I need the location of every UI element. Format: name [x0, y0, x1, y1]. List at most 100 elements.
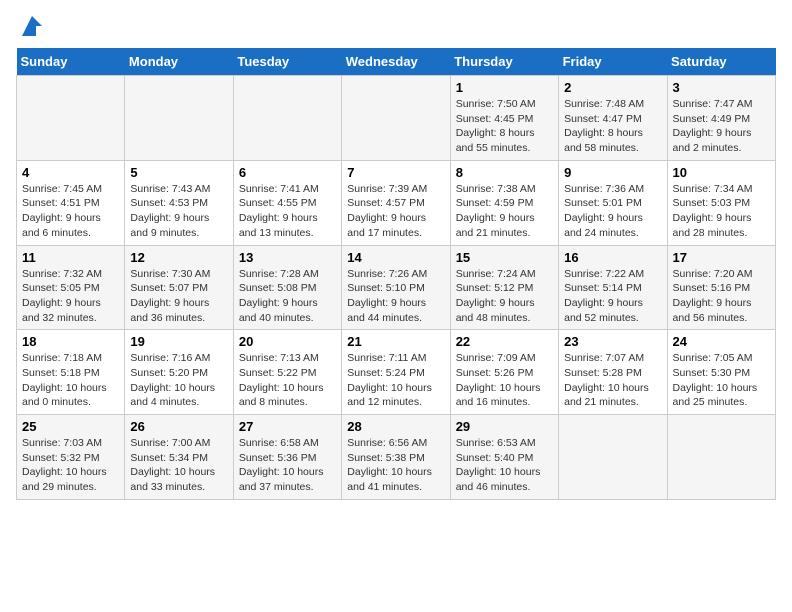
day-info: Sunrise: 7:38 AM Sunset: 4:59 PM Dayligh… [456, 182, 553, 241]
calendar-week-row: 1Sunrise: 7:50 AM Sunset: 4:45 PM Daylig… [17, 76, 776, 161]
day-info: Sunrise: 6:53 AM Sunset: 5:40 PM Dayligh… [456, 436, 553, 495]
calendar-cell: 22 Sunrise: 7:09 AM Sunset: 5:26 PM Dayli… [450, 330, 558, 415]
calendar-week-row: 4Sunrise: 7:45 AM Sunset: 4:51 PM Daylig… [17, 160, 776, 245]
calendar-cell: 7Sunrise: 7:39 AM Sunset: 4:57 PM Daylig… [342, 160, 450, 245]
day-info: Sunrise: 7:41 AM Sunset: 4:55 PM Dayligh… [239, 182, 336, 241]
calendar-table: SundayMondayTuesdayWednesdayThursdayFrid… [16, 48, 776, 500]
calendar-cell: 20 Sunrise: 7:13 AM Sunset: 5:22 PM Dayli… [233, 330, 341, 415]
day-number: 15 [456, 250, 553, 265]
day-info: Sunrise: 7:05 AM Sunset: 5:30 PM Dayligh… [673, 351, 770, 410]
day-info: Sunrise: 7:43 AM Sunset: 4:53 PM Dayligh… [130, 182, 227, 241]
calendar-cell: 12 Sunrise: 7:30 AM Sunset: 5:07 PM Dayli… [125, 245, 233, 330]
day-number: 17 [673, 250, 770, 265]
day-info: Sunrise: 7:20 AM Sunset: 5:16 PM Dayligh… [673, 267, 770, 326]
day-number: 29 [456, 419, 553, 434]
day-info: Sunrise: 7:30 AM Sunset: 5:07 PM Dayligh… [130, 267, 227, 326]
day-number: 7 [347, 165, 444, 180]
logo [16, 16, 46, 40]
calendar-cell: 27 Sunrise: 6:58 AM Sunset: 5:36 PM Dayli… [233, 415, 341, 500]
calendar-body: 1Sunrise: 7:50 AM Sunset: 4:45 PM Daylig… [17, 76, 776, 500]
calendar-cell: 1Sunrise: 7:50 AM Sunset: 4:45 PM Daylig… [450, 76, 558, 161]
day-number: 14 [347, 250, 444, 265]
day-info: Sunrise: 7:36 AM Sunset: 5:01 PM Dayligh… [564, 182, 661, 241]
day-info: Sunrise: 7:45 AM Sunset: 4:51 PM Dayligh… [22, 182, 119, 241]
day-info: Sunrise: 7:48 AM Sunset: 4:47 PM Dayligh… [564, 97, 661, 156]
calendar-cell: 3 Sunrise: 7:47 AM Sunset: 4:49 PM Daylig… [667, 76, 775, 161]
calendar-cell: 16Sunrise: 7:22 AM Sunset: 5:14 PM Dayli… [559, 245, 667, 330]
calendar-cell: 8 Sunrise: 7:38 AM Sunset: 4:59 PM Daylig… [450, 160, 558, 245]
day-number: 2 [564, 80, 661, 95]
calendar-cell [233, 76, 341, 161]
calendar-cell: 21 Sunrise: 7:11 AM Sunset: 5:24 PM Dayli… [342, 330, 450, 415]
day-number: 12 [130, 250, 227, 265]
calendar-cell: 19 Sunrise: 7:16 AM Sunset: 5:20 PM Dayli… [125, 330, 233, 415]
day-number: 27 [239, 419, 336, 434]
day-info: Sunrise: 6:58 AM Sunset: 5:36 PM Dayligh… [239, 436, 336, 495]
day-number: 11 [22, 250, 119, 265]
day-number: 20 [239, 334, 336, 349]
logo-icon [18, 12, 46, 40]
day-number: 1 [456, 80, 553, 95]
day-info: Sunrise: 7:13 AM Sunset: 5:22 PM Dayligh… [239, 351, 336, 410]
day-info: Sunrise: 6:56 AM Sunset: 5:38 PM Dayligh… [347, 436, 444, 495]
calendar-cell: 28 Sunrise: 6:56 AM Sunset: 5:38 PM Dayli… [342, 415, 450, 500]
calendar-cell [17, 76, 125, 161]
day-number: 23 [564, 334, 661, 349]
day-number: 25 [22, 419, 119, 434]
calendar-cell: 5Sunrise: 7:43 AM Sunset: 4:53 PM Daylig… [125, 160, 233, 245]
calendar-cell: 25Sunrise: 7:03 AM Sunset: 5:32 PM Dayli… [17, 415, 125, 500]
day-number: 28 [347, 419, 444, 434]
day-number: 22 [456, 334, 553, 349]
calendar-week-row: 11 Sunrise: 7:32 AM Sunset: 5:05 PM Dayli… [17, 245, 776, 330]
day-of-week-header: Friday [559, 48, 667, 76]
day-number: 26 [130, 419, 227, 434]
calendar-cell: 9 Sunrise: 7:36 AM Sunset: 5:01 PM Daylig… [559, 160, 667, 245]
calendar-cell: 4Sunrise: 7:45 AM Sunset: 4:51 PM Daylig… [17, 160, 125, 245]
day-number: 10 [673, 165, 770, 180]
day-info: Sunrise: 7:28 AM Sunset: 5:08 PM Dayligh… [239, 267, 336, 326]
day-info: Sunrise: 7:34 AM Sunset: 5:03 PM Dayligh… [673, 182, 770, 241]
day-info: Sunrise: 7:18 AM Sunset: 5:18 PM Dayligh… [22, 351, 119, 410]
header [16, 16, 776, 40]
calendar-cell: 15 Sunrise: 7:24 AM Sunset: 5:12 PM Dayli… [450, 245, 558, 330]
calendar-header-row: SundayMondayTuesdayWednesdayThursdayFrid… [17, 48, 776, 76]
day-info: Sunrise: 7:09 AM Sunset: 5:26 PM Dayligh… [456, 351, 553, 410]
day-number: 19 [130, 334, 227, 349]
day-number: 18 [22, 334, 119, 349]
day-info: Sunrise: 7:11 AM Sunset: 5:24 PM Dayligh… [347, 351, 444, 410]
day-number: 21 [347, 334, 444, 349]
calendar-cell [559, 415, 667, 500]
day-number: 6 [239, 165, 336, 180]
day-info: Sunrise: 7:00 AM Sunset: 5:34 PM Dayligh… [130, 436, 227, 495]
calendar-cell: 2 Sunrise: 7:48 AM Sunset: 4:47 PM Daylig… [559, 76, 667, 161]
day-info: Sunrise: 7:16 AM Sunset: 5:20 PM Dayligh… [130, 351, 227, 410]
calendar-cell [667, 415, 775, 500]
calendar-cell: 11 Sunrise: 7:32 AM Sunset: 5:05 PM Dayli… [17, 245, 125, 330]
day-info: Sunrise: 7:47 AM Sunset: 4:49 PM Dayligh… [673, 97, 770, 156]
day-info: Sunrise: 7:07 AM Sunset: 5:28 PM Dayligh… [564, 351, 661, 410]
calendar-cell: 18 Sunrise: 7:18 AM Sunset: 5:18 PM Dayli… [17, 330, 125, 415]
day-of-week-header: Tuesday [233, 48, 341, 76]
day-info: Sunrise: 7:32 AM Sunset: 5:05 PM Dayligh… [22, 267, 119, 326]
calendar-cell [125, 76, 233, 161]
day-info: Sunrise: 7:26 AM Sunset: 5:10 PM Dayligh… [347, 267, 444, 326]
calendar-cell [342, 76, 450, 161]
calendar-cell: 23 Sunrise: 7:07 AM Sunset: 5:28 PM Dayli… [559, 330, 667, 415]
calendar-week-row: 18 Sunrise: 7:18 AM Sunset: 5:18 PM Dayli… [17, 330, 776, 415]
day-number: 8 [456, 165, 553, 180]
calendar-cell: 26 Sunrise: 7:00 AM Sunset: 5:34 PM Dayli… [125, 415, 233, 500]
day-of-week-header: Thursday [450, 48, 558, 76]
day-number: 13 [239, 250, 336, 265]
day-info: Sunrise: 7:24 AM Sunset: 5:12 PM Dayligh… [456, 267, 553, 326]
day-number: 3 [673, 80, 770, 95]
calendar-cell: 14 Sunrise: 7:26 AM Sunset: 5:10 PM Dayli… [342, 245, 450, 330]
calendar-cell: 13 Sunrise: 7:28 AM Sunset: 5:08 PM Dayli… [233, 245, 341, 330]
calendar-cell: 17 Sunrise: 7:20 AM Sunset: 5:16 PM Dayli… [667, 245, 775, 330]
calendar-week-row: 25Sunrise: 7:03 AM Sunset: 5:32 PM Dayli… [17, 415, 776, 500]
calendar-cell: 29 Sunrise: 6:53 AM Sunset: 5:40 PM Dayli… [450, 415, 558, 500]
day-number: 9 [564, 165, 661, 180]
day-number: 16 [564, 250, 661, 265]
day-of-week-header: Saturday [667, 48, 775, 76]
calendar-cell: 10 Sunrise: 7:34 AM Sunset: 5:03 PM Dayli… [667, 160, 775, 245]
day-of-week-header: Sunday [17, 48, 125, 76]
